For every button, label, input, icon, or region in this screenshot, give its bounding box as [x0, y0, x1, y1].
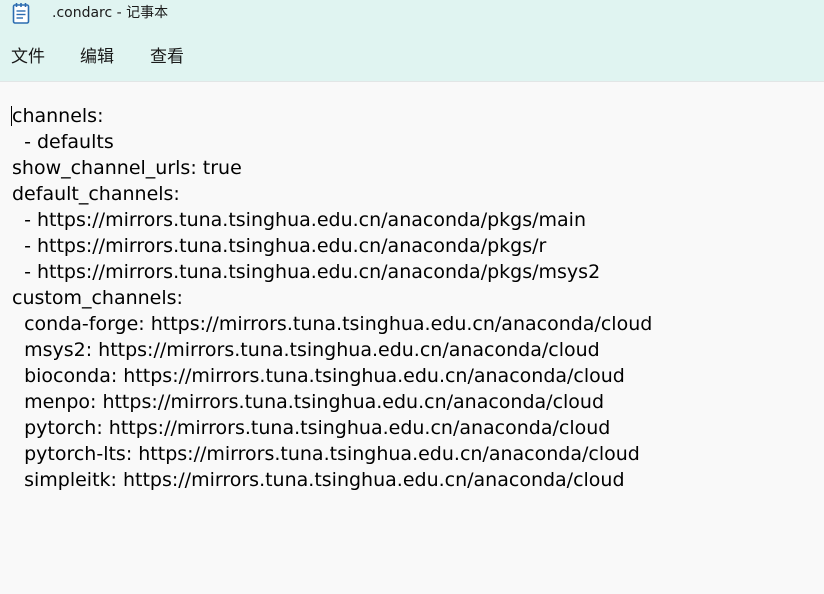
- notepad-icon: [12, 3, 30, 24]
- menu-file[interactable]: 文件: [11, 46, 45, 68]
- menu-bar: 文件 编辑 查看: [0, 34, 824, 82]
- text-editor[interactable]: channels: - defaults show_channel_urls: …: [0, 82, 824, 594]
- menu-view[interactable]: 查看: [150, 46, 184, 68]
- text-caret: [11, 106, 12, 126]
- title-bar[interactable]: .condarc - 记事本: [0, 0, 824, 34]
- editor-content[interactable]: channels: - defaults show_channel_urls: …: [12, 103, 652, 493]
- window-title: .condarc - 记事本: [52, 5, 169, 21]
- menu-edit[interactable]: 编辑: [80, 46, 114, 68]
